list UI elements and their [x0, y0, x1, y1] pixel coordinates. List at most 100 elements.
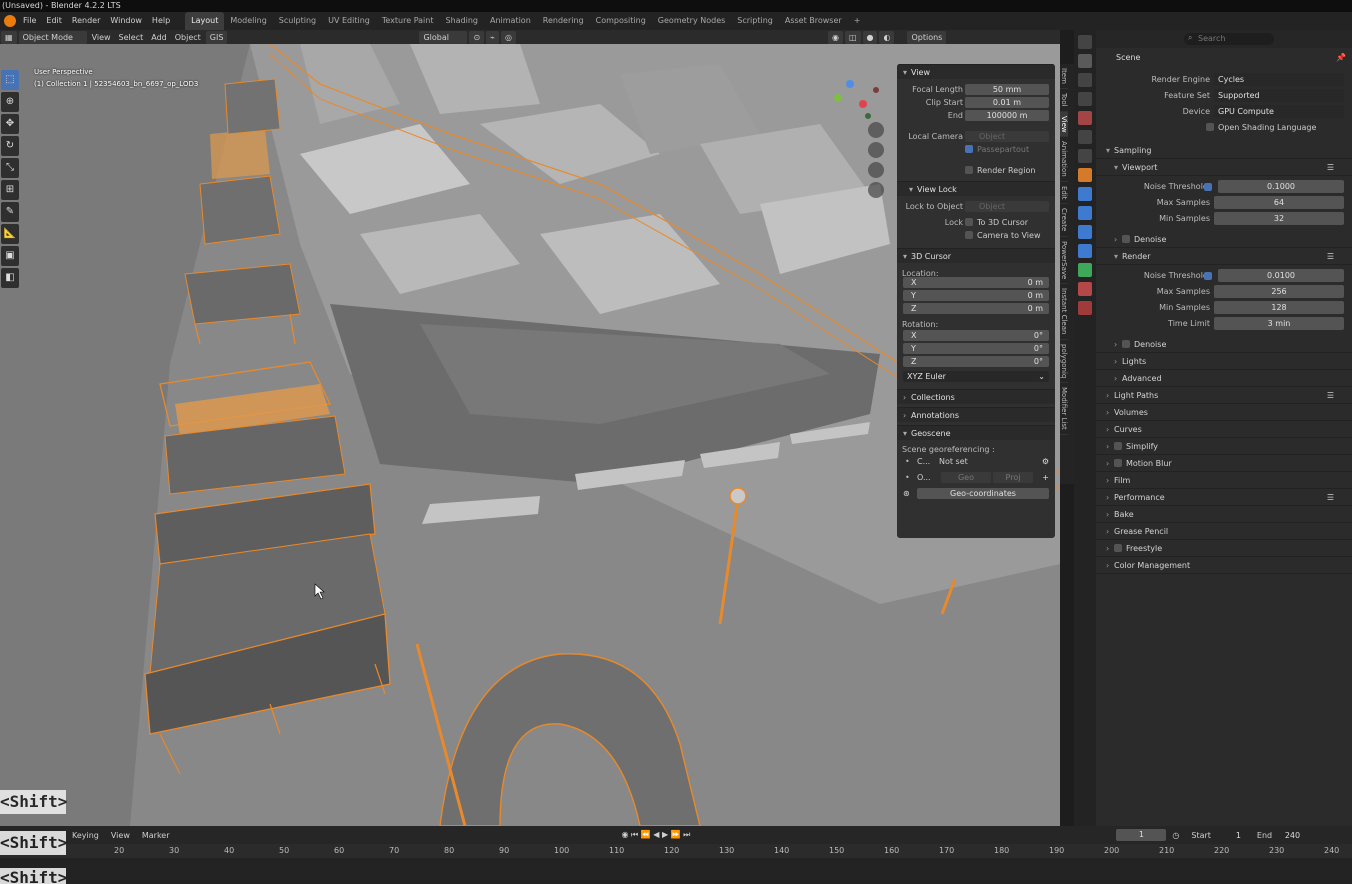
menu-file[interactable]: File	[18, 12, 41, 30]
camera-to-view-checkbox[interactable]: Camera to View	[965, 229, 1041, 242]
cursor-rot-y[interactable]: Y 0°	[903, 343, 1049, 354]
tab-item[interactable]: Item	[1060, 64, 1068, 89]
light-paths-header[interactable]: › Light Paths ☰	[1096, 387, 1352, 404]
shading-render-icon[interactable]: ◐	[879, 30, 895, 44]
sampling-render-header[interactable]: ▾ Render ☰	[1096, 248, 1352, 265]
vp-max-samples-field[interactable]: 64	[1214, 196, 1344, 209]
film-header[interactable]: › Film	[1096, 472, 1352, 489]
physics-icon[interactable]	[1078, 225, 1092, 239]
collection-props-icon[interactable]	[1078, 149, 1092, 163]
clip-start-field[interactable]: 0.01 m	[965, 97, 1049, 108]
tab-view[interactable]: View	[1060, 111, 1068, 138]
3d-cursor-header[interactable]: ▾ 3D Cursor	[897, 248, 1055, 263]
particles-icon[interactable]	[1078, 206, 1092, 220]
current-frame-field[interactable]: 1	[1116, 829, 1167, 841]
tab-shading[interactable]: Shading	[439, 12, 484, 30]
render-props-icon[interactable]	[1078, 54, 1092, 68]
constraints-icon[interactable]	[1078, 244, 1092, 258]
tab-tool[interactable]: Tool	[1060, 89, 1068, 112]
cursor-rot-z[interactable]: Z 0°	[903, 356, 1049, 367]
shading-solid-icon[interactable]: ●	[862, 30, 878, 44]
rotation-mode-select[interactable]: XYZ Euler ⌄	[903, 371, 1049, 382]
editor-type-icon[interactable]: ▦	[1, 30, 17, 44]
playback-controls-icon[interactable]: ◉ ⏮ ⏪ ◀ ▶ ⏩ ⏭	[616, 830, 697, 840]
geoscene-header[interactable]: ▾ Geoscene	[897, 425, 1055, 440]
sampling-viewport-header[interactable]: ▾ Viewport ☰	[1096, 159, 1352, 176]
modifier-props-icon[interactable]	[1078, 187, 1092, 201]
measure-icon[interactable]: 📐	[1, 224, 19, 244]
gis-menu[interactable]: GIS	[205, 30, 228, 44]
tab-polygoniq[interactable]: polygoniq	[1060, 340, 1068, 383]
xray-icon[interactable]: ◫	[844, 30, 861, 44]
blender-logo-icon[interactable]	[4, 15, 16, 27]
add-workspace-button[interactable]: +	[848, 12, 867, 30]
local-camera-field[interactable]: Object	[965, 131, 1049, 142]
tab-instant-clean[interactable]: Instant Clean	[1060, 284, 1068, 340]
pin-icon[interactable]: 📌	[1336, 48, 1346, 68]
move-icon[interactable]: ✥	[1, 114, 19, 134]
vp-denoise-header[interactable]: › Denoise	[1096, 231, 1352, 248]
menu-select[interactable]: Select	[115, 33, 148, 42]
geo-button[interactable]: Geo	[941, 472, 991, 483]
clip-end-field[interactable]: 100000 m	[965, 110, 1049, 121]
menu-render[interactable]: Render	[67, 12, 105, 30]
options-button[interactable]: Options	[907, 30, 947, 44]
search-input[interactable]: Search	[1184, 33, 1274, 45]
pivot-icon[interactable]: ⊙	[469, 30, 485, 44]
menu-view[interactable]: View	[88, 33, 115, 42]
view-panel-header[interactable]: ▾ View	[897, 64, 1055, 79]
r-noise-field[interactable]: 0.0100	[1218, 269, 1344, 282]
geo-coordinates-button[interactable]: Geo-coordinates	[917, 488, 1049, 499]
performance-header[interactable]: › Performance ☰	[1096, 489, 1352, 506]
data-props-icon[interactable]	[1078, 263, 1092, 277]
tab-modifier-list[interactable]: Modifier List	[1060, 383, 1068, 435]
plus-icon[interactable]: +	[1042, 471, 1049, 484]
cursor-loc-y[interactable]: Y0 m	[903, 290, 1049, 301]
color-management-header[interactable]: › Color Management	[1096, 557, 1352, 574]
marker-menu[interactable]: Marker	[136, 831, 176, 840]
tab-create[interactable]: Create	[1060, 204, 1068, 237]
texture-props-icon[interactable]	[1078, 301, 1092, 315]
menu-edit[interactable]: Edit	[41, 12, 67, 30]
tab-rendering[interactable]: Rendering	[537, 12, 590, 30]
feature-set-select[interactable]: Supported	[1214, 89, 1344, 102]
add-cube-icon[interactable]: ▣	[1, 246, 19, 266]
tab-sculpting[interactable]: Sculpting	[273, 12, 322, 30]
tab-layout[interactable]: Layout	[185, 12, 225, 30]
clock-icon[interactable]: ◷	[1166, 831, 1185, 840]
lock-to-object-field[interactable]: Object	[965, 201, 1049, 212]
menu-add[interactable]: Add	[147, 33, 171, 42]
device-select[interactable]: GPU Compute	[1214, 105, 1344, 118]
add-object-icon[interactable]: ◧	[1, 268, 19, 288]
menu-help[interactable]: Help	[147, 12, 175, 30]
proj-button[interactable]: Proj	[993, 472, 1033, 483]
annotate-icon[interactable]: ✎	[1, 202, 19, 222]
advanced-header[interactable]: › Advanced	[1096, 370, 1352, 387]
grease-pencil-header[interactable]: › Grease Pencil	[1096, 523, 1352, 540]
timeline-ruler[interactable]: 0203040506070809010011012013014015016017…	[0, 844, 1352, 858]
render-region-checkbox[interactable]: Render Region	[965, 164, 1035, 177]
world-props-icon[interactable]	[1078, 130, 1092, 144]
tab-geometry-nodes[interactable]: Geometry Nodes	[652, 12, 731, 30]
r-denoise-header[interactable]: › Denoise	[1096, 336, 1352, 353]
time-limit-field[interactable]: 3 min	[1214, 317, 1344, 330]
cursor-icon[interactable]: ⊕	[1, 92, 19, 112]
r-noise-checkbox[interactable]	[1204, 272, 1212, 280]
collections-header[interactable]: › Collections	[897, 389, 1055, 404]
tool-props-icon[interactable]	[1078, 35, 1092, 49]
bake-header[interactable]: › Bake	[1096, 506, 1352, 523]
select-box-icon[interactable]: ⬚	[1, 70, 19, 90]
simplify-header[interactable]: › Simplify	[1096, 438, 1352, 455]
material-props-icon[interactable]	[1078, 282, 1092, 296]
tab-asset-browser[interactable]: Asset Browser	[779, 12, 848, 30]
motion-blur-header[interactable]: › Motion Blur	[1096, 455, 1352, 472]
keying-menu[interactable]: Keying	[66, 831, 105, 840]
tab-scripting[interactable]: Scripting	[731, 12, 779, 30]
transform-orientation-select[interactable]: Global	[419, 30, 468, 44]
end-frame-field[interactable]: 240	[1278, 831, 1300, 840]
tab-animation-n[interactable]: Animation	[1060, 137, 1068, 182]
scale-icon[interactable]: ⤡	[1, 158, 19, 178]
overlay-icon[interactable]: ◉	[827, 30, 843, 44]
tab-edit[interactable]: Edit	[1060, 182, 1068, 205]
rotate-icon[interactable]: ↻	[1, 136, 19, 156]
